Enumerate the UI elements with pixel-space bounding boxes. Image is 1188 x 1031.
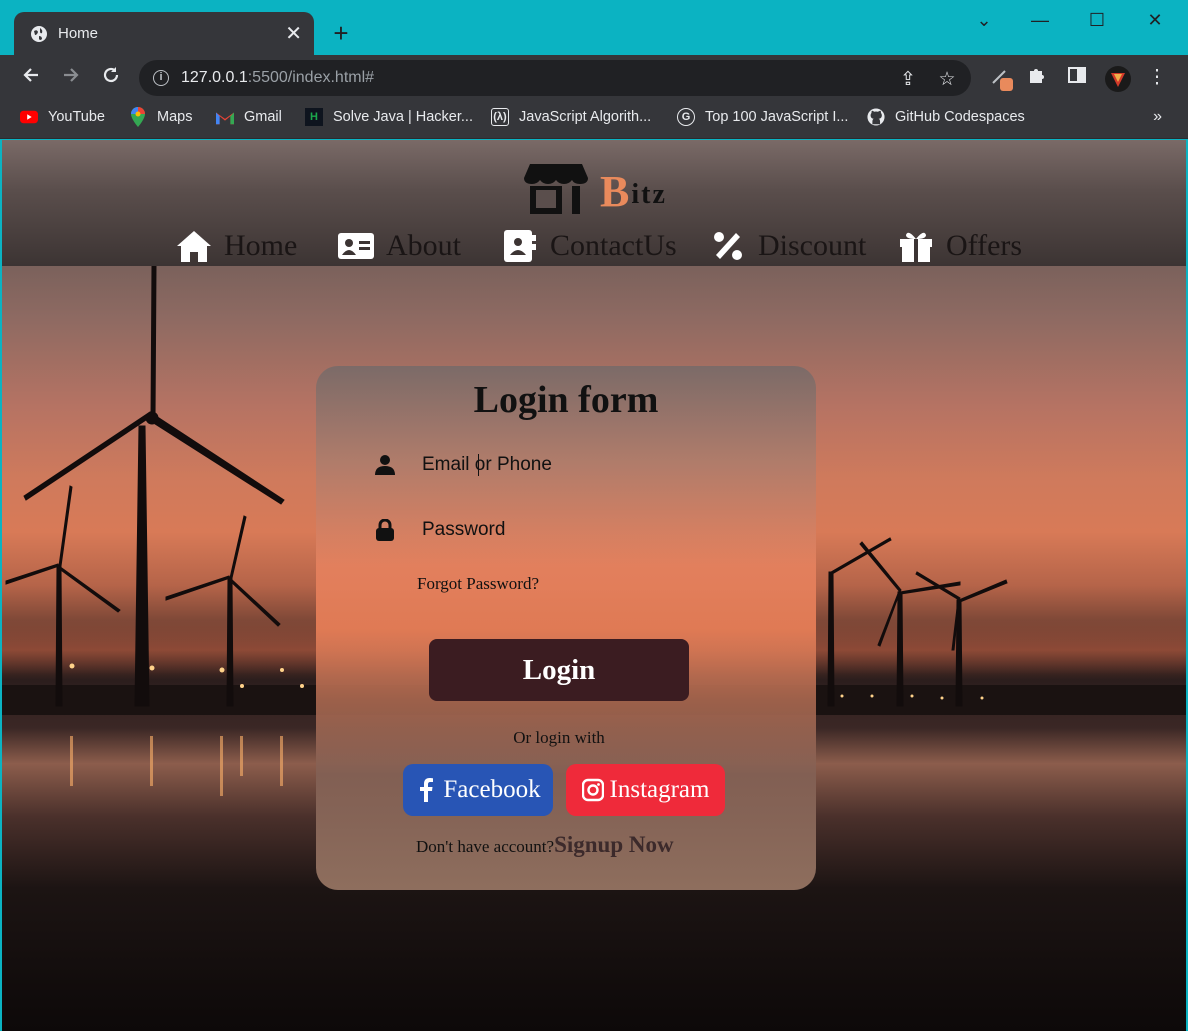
menu-kebab-icon[interactable]: ⋮ bbox=[1144, 65, 1170, 91]
id-card-icon bbox=[338, 233, 374, 259]
arrow-left-icon bbox=[23, 68, 38, 82]
bookmark-top100[interactable]: G Top 100 JavaScript I... bbox=[677, 108, 848, 126]
password-field bbox=[374, 513, 764, 547]
bookmark-hackerrank[interactable]: H Solve Java | Hacker... bbox=[305, 108, 473, 126]
bookmark-github[interactable]: GitHub Codespaces bbox=[867, 108, 1025, 126]
browser-tab[interactable]: Home ✕ bbox=[14, 12, 314, 55]
or-login-with-text: Or login with bbox=[513, 728, 605, 747]
percent-icon bbox=[714, 232, 742, 260]
gmail-icon bbox=[216, 108, 234, 126]
site-header: B itz Home About ContactUs Discount Offe… bbox=[2, 140, 1186, 266]
share-icon[interactable]: ⇪ bbox=[895, 68, 921, 91]
facebook-login-button[interactable]: Facebook bbox=[403, 764, 553, 816]
email-field bbox=[374, 448, 764, 482]
tab-title: Home bbox=[58, 25, 99, 42]
profile-avatar[interactable] bbox=[1104, 65, 1131, 92]
reload-button[interactable] bbox=[96, 63, 126, 93]
no-account-text: Don't have account? bbox=[416, 837, 555, 856]
password-input[interactable] bbox=[422, 519, 764, 541]
form-title: Login form bbox=[473, 379, 659, 421]
bookmark-youtube[interactable]: YouTube bbox=[20, 108, 105, 126]
logo-text: itz bbox=[631, 179, 667, 210]
maximize-button[interactable]: ☐ bbox=[1077, 8, 1117, 32]
browser-toolbar: i 127.0.0.1:5500/index.html# ⇪ ☆ ⋮ bbox=[0, 55, 1188, 100]
url-text: 127.0.0.1:5500/index.html# bbox=[181, 69, 375, 86]
bookmarks-overflow-button[interactable]: » bbox=[1153, 108, 1162, 126]
text-cursor bbox=[478, 454, 479, 476]
page-viewport: B itz Home About ContactUs Discount Offe… bbox=[2, 140, 1186, 1031]
browser-tab-strip: Home ✕ + ⌄ — ☐ ✕ bbox=[0, 0, 1188, 55]
address-bar[interactable]: i 127.0.0.1:5500/index.html# ⇪ ☆ bbox=[139, 60, 971, 96]
freecodecamp-icon: (λ) bbox=[491, 108, 509, 126]
facebook-icon bbox=[420, 778, 434, 802]
bookmark-freecodecamp[interactable]: (λ) JavaScript Algorith... bbox=[491, 108, 651, 126]
signup-row: Don't have account? Signup Now bbox=[416, 832, 674, 858]
tab-search-icon[interactable]: ⌄ bbox=[964, 8, 1004, 32]
extensions-puzzle-icon[interactable] bbox=[1024, 65, 1050, 91]
minimize-button[interactable]: — bbox=[1020, 8, 1060, 32]
close-window-button[interactable]: ✕ bbox=[1135, 8, 1175, 32]
instagram-icon bbox=[581, 778, 604, 802]
bookmark-gmail[interactable]: Gmail bbox=[216, 108, 282, 126]
bookmark-star-icon[interactable]: ☆ bbox=[934, 68, 960, 91]
new-tab-button[interactable]: + bbox=[326, 18, 356, 48]
site-logo[interactable]: B itz bbox=[524, 164, 667, 216]
site-icon: G bbox=[677, 108, 695, 126]
nav-item-contactus[interactable]: ContactUs bbox=[502, 228, 677, 264]
globe-icon bbox=[31, 25, 47, 42]
gift-icon bbox=[900, 232, 932, 262]
nav-item-discount[interactable]: Discount bbox=[710, 228, 866, 264]
tab-close-icon[interactable]: ✕ bbox=[285, 24, 302, 44]
github-icon bbox=[867, 108, 885, 126]
instagram-login-button[interactable]: Instagram bbox=[566, 764, 725, 816]
email-input[interactable] bbox=[422, 454, 764, 476]
maps-icon bbox=[129, 107, 147, 127]
hackerrank-icon: H bbox=[305, 108, 323, 126]
bookmark-maps[interactable]: Maps bbox=[129, 107, 192, 127]
side-panel-icon[interactable] bbox=[1064, 65, 1090, 91]
extension-pen-icon[interactable] bbox=[988, 65, 1014, 91]
user-icon bbox=[375, 455, 395, 475]
nav-item-about[interactable]: About bbox=[338, 228, 461, 264]
lock-icon bbox=[376, 519, 394, 541]
nav-item-offers[interactable]: Offers bbox=[898, 228, 1022, 264]
home-icon bbox=[177, 231, 211, 262]
login-button[interactable]: Login bbox=[429, 639, 689, 701]
reload-icon bbox=[103, 67, 119, 83]
login-form: Login form Forgot Password? Login Or log… bbox=[316, 366, 816, 890]
youtube-icon bbox=[20, 108, 38, 126]
nav-item-home[interactable]: Home bbox=[176, 228, 297, 264]
arrow-right-icon bbox=[64, 68, 79, 82]
contact-book-icon bbox=[504, 230, 536, 262]
forward-button[interactable] bbox=[56, 63, 86, 93]
signup-link[interactable]: Signup Now bbox=[554, 832, 674, 858]
back-button[interactable] bbox=[16, 63, 46, 93]
logo-first-letter: B bbox=[600, 167, 630, 216]
store-icon bbox=[524, 164, 588, 214]
bookmarks-bar: YouTube Maps Gmail H Solve Java | Hacker… bbox=[0, 100, 1188, 139]
main-nav: Home About ContactUs Discount Offers bbox=[2, 228, 1186, 268]
forgot-password-link[interactable]: Forgot Password? bbox=[417, 574, 539, 594]
site-info-icon[interactable]: i bbox=[153, 70, 169, 86]
